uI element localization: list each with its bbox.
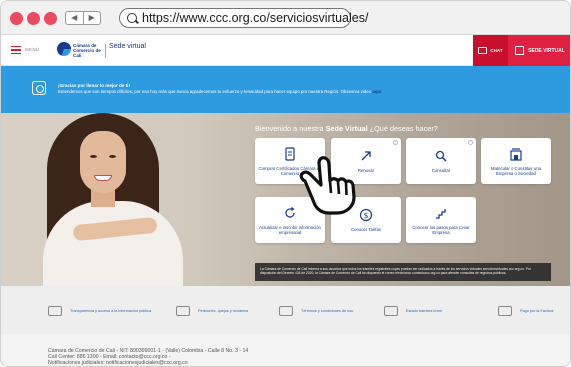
dollar-icon: $ [359, 208, 373, 222]
dollar-icon [498, 306, 512, 316]
building-icon [384, 306, 398, 316]
logo-icon[interactable] [57, 42, 71, 56]
plus-icon [468, 140, 473, 145]
maximize-window-button[interactable] [44, 12, 57, 25]
hero-title-bold: Sede Virtual [325, 124, 368, 133]
sede-virtual-button-label: SEDE VIRTUAL [528, 47, 565, 54]
feature-strip: Transparencia y acceso a la información … [1, 286, 570, 334]
service-card-crear-empresa[interactable]: Conocer los pasos para Crear Empresa [406, 197, 476, 243]
footer-notifications: Notificaciones judiciales: notificacione… [48, 360, 188, 366]
site-header: MENÚ Cámara de Comercio de Cali Sede vir… [1, 35, 570, 66]
strip-item-label: Peticiones, quejas y reclamos [198, 309, 249, 313]
hero-title-suffix: ¿Qué deseas hacer? [367, 124, 438, 133]
back-button[interactable]: ◀ [66, 12, 83, 24]
service-card-consultar[interactable]: Consultar [406, 138, 476, 184]
strip-item-estado[interactable]: Estado trámites línea [384, 306, 442, 316]
calendar-icon [515, 46, 525, 55]
announcement-banner: ¡Gracias por llenar lo mejor de ti! Ente… [1, 66, 570, 113]
hamburger-menu-icon[interactable] [11, 46, 21, 54]
handshake-icon [32, 81, 46, 95]
chat-icon [478, 47, 488, 54]
banner-body: Entendemos que son tiempos difíciles, po… [58, 89, 372, 94]
browser-window: ◀ ▶ https://www.ccc.org.co/serviciosvirt… [0, 0, 571, 367]
history-nav: ◀ ▶ [65, 11, 101, 25]
strip-item-label: Términos y condiciones de uso [301, 309, 354, 313]
site-footer: Cámara de Comercio de Cali - NIT: 890399… [1, 334, 570, 366]
forward-button[interactable]: ▶ [82, 12, 101, 24]
service-card-matricular[interactable]: Matricular o Constituir una Empresa o So… [481, 138, 551, 184]
building-icon [510, 147, 522, 161]
banner-title: ¡Gracias por llenar lo mejor de ti! [58, 83, 130, 88]
address-url[interactable]: https://www.ccc.org.co/serviciosvirtuale… [142, 11, 368, 25]
browser-toolbar: ◀ ▶ https://www.ccc.org.co/serviciosvirt… [1, 1, 570, 35]
svg-text:$: $ [364, 211, 369, 220]
chat-button[interactable]: CHAT [473, 35, 508, 66]
refresh-icon [285, 206, 295, 218]
strip-item-label: Pago por la Factura [520, 309, 554, 313]
scale-icon [48, 306, 62, 316]
info-notice: La Cámara de Comercio de Cali informa a … [255, 263, 551, 281]
hero-title-prefix: Bienvenido a nuestra [255, 124, 326, 133]
monitor-icon [176, 306, 190, 316]
pointer-hand-icon [299, 156, 356, 215]
service-label: Conocer los pasos para Crear Empresa [412, 224, 470, 235]
strip-item-transparencia[interactable]: Transparencia y acceso a la información … [48, 306, 151, 316]
service-label: Actualizar e inscribir información empre… [259, 224, 321, 235]
strip-item-label: Estado trámites línea [406, 309, 442, 313]
close-window-button[interactable] [10, 12, 23, 25]
strip-item-pqr[interactable]: Peticiones, quejas y reclamos [176, 306, 248, 316]
service-label: Consultar [431, 168, 451, 173]
sede-virtual-button[interactable]: SEDE VIRTUAL [508, 35, 570, 66]
service-label: Conocer Tarifas [350, 227, 381, 232]
menu-label[interactable]: MENÚ [25, 47, 39, 52]
search-icon [435, 150, 447, 162]
hand-icon [279, 306, 293, 316]
search-icon [127, 13, 137, 23]
address-bar[interactable]: https://www.ccc.org.co/serviciosvirtuale… [119, 8, 368, 28]
hero-photo [23, 113, 213, 286]
minimize-window-button[interactable] [27, 12, 40, 25]
rocket-icon [361, 151, 371, 161]
hero-title: Bienvenido a nuestra Sede Virtual ¿Qué d… [255, 124, 438, 133]
chat-label: CHAT [490, 48, 503, 53]
strip-item-terminos[interactable]: Términos y condiciones de uso [279, 306, 353, 316]
sede-virtual-title: Sede virtual [109, 43, 146, 50]
service-label: Matricular o Constituir una Empresa o So… [490, 165, 542, 176]
logo-divider [105, 44, 106, 58]
strip-item-label: Transparencia y acceso a la información … [70, 309, 152, 313]
document-icon [285, 146, 295, 161]
plus-icon [393, 140, 398, 145]
hero-section: Bienvenido a nuestra Sede Virtual ¿Qué d… [1, 113, 570, 286]
strip-item-pago[interactable]: Pago por la Factura [498, 306, 553, 316]
steps-icon [436, 208, 446, 219]
banner-text: Entendemos que son tiempos difíciles, po… [58, 89, 381, 94]
logo-text[interactable]: Cámara de Comercio de Cali [73, 43, 109, 58]
info-notice-text: La Cámara de Comercio de Cali informa a … [260, 267, 531, 275]
banner-link[interactable]: aquí [372, 89, 381, 94]
